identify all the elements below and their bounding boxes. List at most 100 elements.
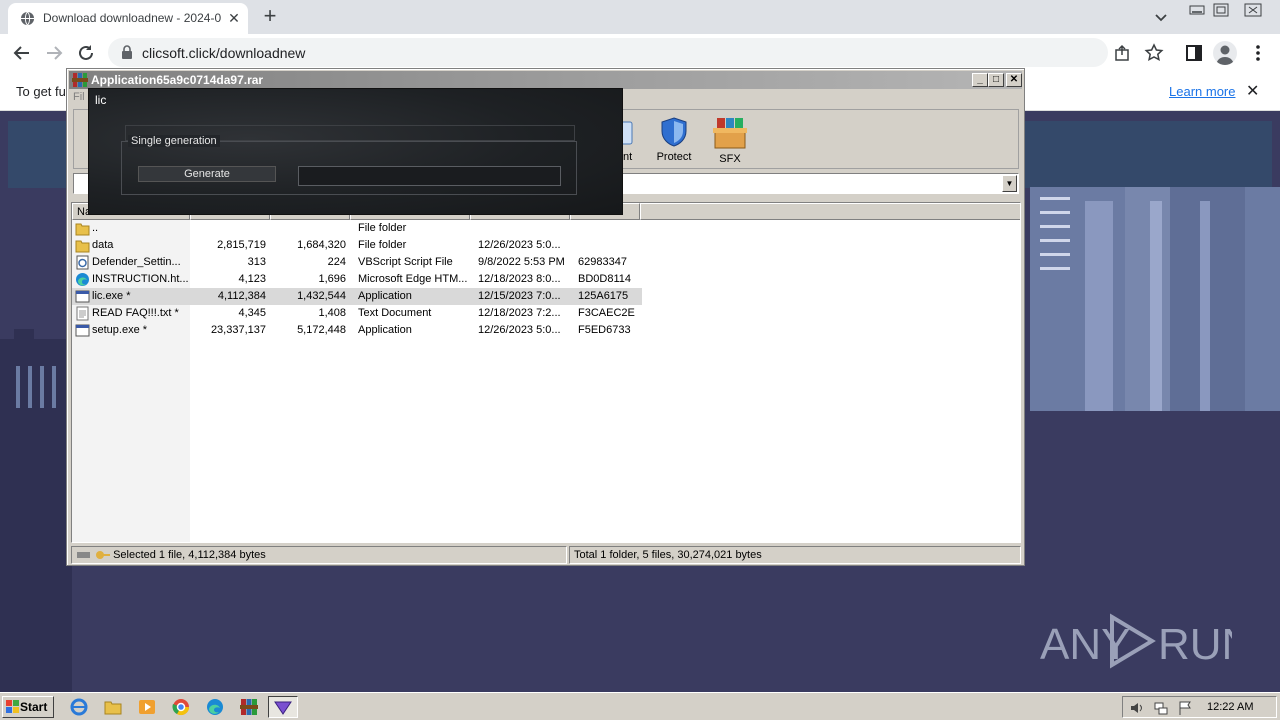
status-selected: Selected 1 file, 4,112,384 bytes <box>71 546 567 564</box>
flag-icon[interactable] <box>1177 700 1193 716</box>
winrar-maximize-button[interactable]: □ <box>988 73 1004 87</box>
text-file-icon <box>76 306 89 321</box>
status-selected-text: Selected 1 file, 4,112,384 bytes <box>113 549 266 561</box>
tab-close-icon[interactable]: ✕ <box>226 10 242 26</box>
sfx-box-icon <box>713 118 747 149</box>
system-tray: 12:22 AM <box>1122 696 1277 718</box>
sfx-button[interactable]: SFX <box>702 116 758 168</box>
start-button[interactable]: Start <box>2 696 54 718</box>
file-size: 4,123 <box>238 273 266 285</box>
tab-title: Download downloadnew - 2024-01- <box>43 11 221 25</box>
file-name: lic.exe * <box>92 290 131 302</box>
person-icon <box>1216 45 1234 65</box>
generated-key-field[interactable] <box>298 166 561 186</box>
taskbar-lic-app[interactable] <box>268 696 298 718</box>
winrar-titlebar[interactable]: Application65a9c0714da97.rar _ □ ✕ <box>69 71 1022 89</box>
lock-icon[interactable] <box>120 45 134 60</box>
folder-icon <box>104 701 122 715</box>
winrar-icon <box>72 73 88 87</box>
file-packed: 5,172,448 <box>297 324 346 336</box>
file-crc: 125A6175 <box>578 290 629 302</box>
file-row-instruction[interactable]: INSTRUCTION.ht... 4,123 1,696 Microsoft … <box>72 271 642 288</box>
infobar-text: To get fu <box>16 84 66 99</box>
lic-dialog: lic Single generation Generate <box>88 88 623 215</box>
edge-icon <box>76 273 89 286</box>
protect-button[interactable]: Protect <box>646 116 702 168</box>
file-name: setup.exe * <box>92 324 148 336</box>
media-player-icon <box>139 700 155 714</box>
watermark-run: RUN <box>1158 620 1232 669</box>
single-generation-label: Single generation <box>128 135 220 147</box>
file-type: Application <box>358 324 412 336</box>
file-name: READ FAQ!!!.txt * <box>92 307 179 319</box>
generate-button[interactable]: Generate <box>138 166 276 182</box>
speaker-icon[interactable] <box>1129 700 1145 716</box>
file-row-setup-exe[interactable]: setup.exe * 23,337,137 5,172,448 Applica… <box>72 322 642 339</box>
minimize-icon[interactable] <box>1186 2 1208 18</box>
browser-tab[interactable]: Download downloadnew - 2024-01- ✕ <box>8 3 248 34</box>
infobar-close-icon[interactable]: ✕ <box>1246 81 1259 101</box>
file-size: 4,345 <box>238 307 266 319</box>
folder-up-icon <box>75 223 90 236</box>
triangle-app-icon <box>274 701 292 715</box>
menu-file[interactable]: Fil <box>73 91 85 103</box>
taskbar-chrome[interactable] <box>168 696 194 718</box>
chrome-icon <box>172 699 190 716</box>
internet-explorer-icon <box>70 698 88 716</box>
start-label: Start <box>20 700 48 714</box>
file-row-lic-exe[interactable]: lic.exe * 4,112,384 1,432,544 Applicatio… <box>72 288 642 305</box>
new-tab-button[interactable]: + <box>258 5 282 29</box>
drive-icon[interactable] <box>76 549 110 561</box>
address-bar[interactable]: clicsoft.click/downloadnew <box>108 38 1164 67</box>
winrar-close-button[interactable]: ✕ <box>1006 73 1022 87</box>
winrar-minimize-button[interactable]: _ <box>972 73 988 87</box>
windows-flag-icon <box>6 700 19 713</box>
file-type: File folder <box>358 222 407 234</box>
file-name: .. <box>92 222 99 234</box>
kebab-menu-icon[interactable] <box>1247 42 1269 64</box>
back-arrow-icon[interactable] <box>9 40 35 66</box>
file-type: VBScript Script File <box>358 256 453 268</box>
taskbar-explorer[interactable] <box>100 696 126 718</box>
file-crc: 62983347 <box>578 256 627 268</box>
taskbar-media-player[interactable] <box>134 696 160 718</box>
taskbar-ie[interactable] <box>66 696 92 718</box>
bookmark-star-icon[interactable] <box>1144 43 1164 63</box>
restore-icon[interactable] <box>1210 2 1232 18</box>
share-icon[interactable] <box>1112 43 1132 63</box>
file-modified: 12/18/2023 8:0... <box>478 273 561 285</box>
anyrun-watermark: ANY RUN <box>1040 613 1232 669</box>
status-total-text: Total 1 folder, 5 files, 30,274,021 byte… <box>574 549 762 561</box>
folder-icon <box>75 240 90 253</box>
file-type: Application <box>358 290 412 302</box>
file-name: INSTRUCTION.ht... <box>92 273 188 285</box>
taskbar-edge[interactable] <box>202 696 228 718</box>
file-row-defender[interactable]: Defender_Settin... 313 224 VBScript Scri… <box>72 254 642 271</box>
reload-icon[interactable] <box>73 40 99 66</box>
file-row-parent[interactable]: .. File folder <box>72 220 642 237</box>
url-text: clicsoft.click/downloadnew <box>142 45 306 61</box>
side-panel-icon[interactable] <box>1183 42 1205 64</box>
learn-more-link[interactable]: Learn more <box>1169 84 1235 99</box>
file-size: 2,815,719 <box>217 239 266 251</box>
file-modified: 9/8/2022 5:53 PM <box>478 256 565 268</box>
exe-icon <box>75 290 90 303</box>
tab-strip: Download downloadnew - 2024-01- ✕ + <box>0 0 1280 34</box>
taskbar-winrar[interactable] <box>236 696 262 718</box>
protect-label: Protect <box>656 151 692 163</box>
lic-dialog-title: lic <box>95 93 107 107</box>
file-row-readme[interactable]: READ FAQ!!!.txt * 4,345 1,408 Text Docum… <box>72 305 642 322</box>
sfx-label: SFX <box>719 153 741 165</box>
chevron-down-icon[interactable] <box>1150 6 1172 28</box>
globe-icon <box>20 11 35 26</box>
profile-avatar[interactable] <box>1213 41 1237 65</box>
dropdown-arrow-icon[interactable]: ▼ <box>1002 175 1017 192</box>
file-modified: 12/15/2023 7:0... <box>478 290 561 302</box>
winrar-title: Application65a9c0714da97.rar <box>91 73 264 87</box>
close-window-icon[interactable] <box>1242 2 1264 18</box>
file-row-data[interactable]: data 2,815,719 1,684,320 File folder 12/… <box>72 237 642 254</box>
forward-arrow-icon[interactable] <box>41 40 67 66</box>
network-icon[interactable] <box>1153 700 1169 716</box>
clock[interactable]: 12:22 AM <box>1207 701 1253 713</box>
file-modified: 12/26/2023 5:0... <box>478 239 561 251</box>
